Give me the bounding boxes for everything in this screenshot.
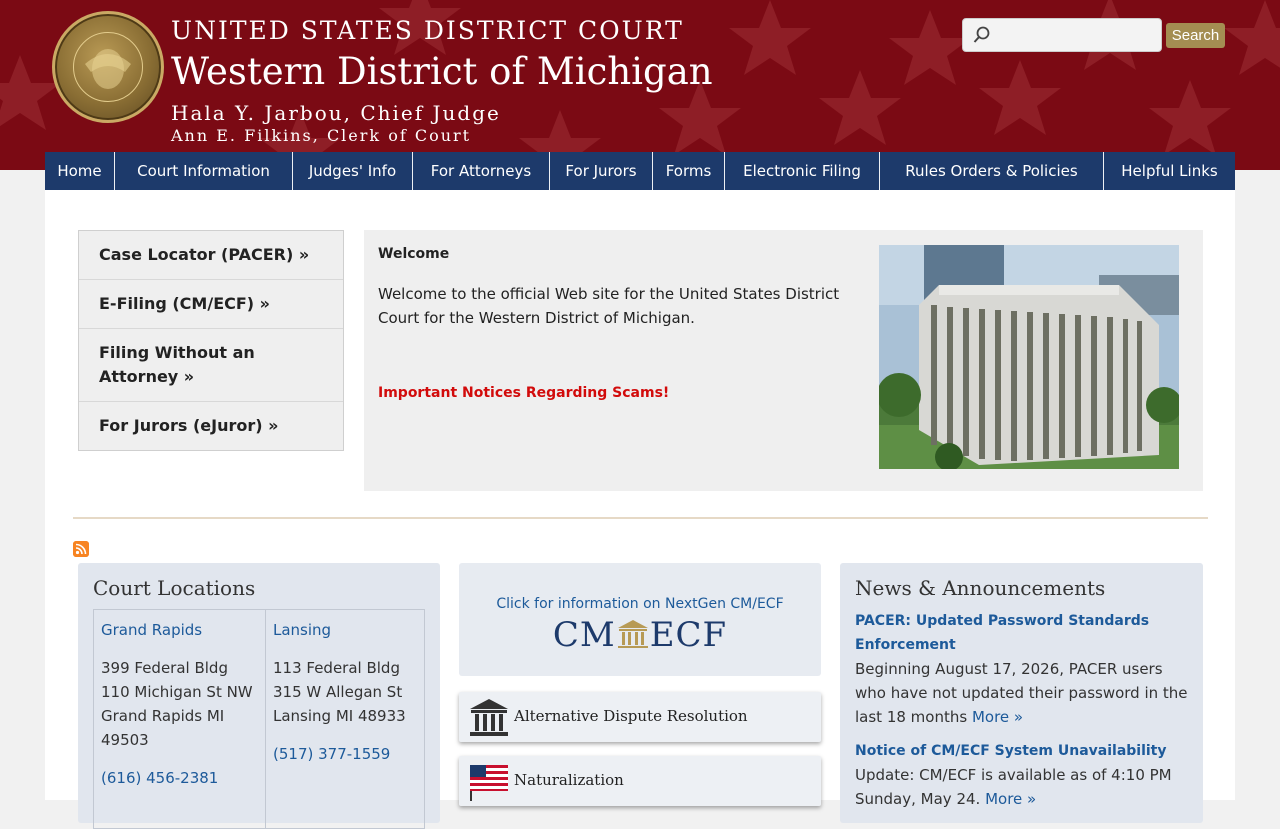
address-line: 113 Federal Bldg xyxy=(273,659,400,677)
welcome-title: Welcome xyxy=(378,246,450,262)
lansing-link[interactable]: Lansing xyxy=(273,618,417,642)
court-locations-title: Court Locations xyxy=(93,576,256,600)
address-line: 399 Federal Bldg xyxy=(101,659,228,677)
news-more-link[interactable]: More » xyxy=(985,790,1036,808)
cmecf-info-link[interactable]: Click for information on NextGen CM/ECF xyxy=(459,596,821,612)
nav-item-court-information[interactable]: Court Information xyxy=(115,152,293,190)
news-item-headline[interactable]: PACER: Updated Password Standards Enforc… xyxy=(855,609,1190,657)
site-header: UNITED STATES DISTRICT COURT Western Dis… xyxy=(0,0,1280,170)
side-item-filing-without-attorney[interactable]: Filing Without an Attorney » xyxy=(79,329,343,402)
news-item: PACER: Updated Password Standards Enforc… xyxy=(855,609,1190,729)
nav-item-for-jurors[interactable]: For Jurors xyxy=(550,152,653,190)
cmecf-logo-left: CM xyxy=(552,615,616,655)
locations-table: Grand Rapids 399 Federal Bldg 110 Michig… xyxy=(93,609,425,829)
cmecf-logo-right: ECF xyxy=(649,615,728,655)
courthouse-pillar-icon xyxy=(617,620,648,648)
nav-item-home[interactable]: Home xyxy=(45,152,115,190)
main-nav: Home Court Information Judges' Info For … xyxy=(45,152,1235,190)
side-item-for-jurors[interactable]: For Jurors (eJuror) » xyxy=(79,402,343,450)
grand-rapids-link[interactable]: Grand Rapids xyxy=(101,618,258,642)
news-item-headline[interactable]: Notice of CM/ECF System Unavailability xyxy=(855,739,1190,763)
address-line: 110 Michigan St NW xyxy=(101,683,253,701)
welcome-panel: Welcome Welcome to the official Web site… xyxy=(364,230,1203,491)
address-line: Grand Rapids MI xyxy=(101,707,225,725)
naturalization-card[interactable]: Naturalization xyxy=(459,756,821,806)
naturalization-label: Naturalization xyxy=(514,771,624,789)
address-line: 315 W Allegan St xyxy=(273,683,403,701)
news-more-link[interactable]: More » xyxy=(972,708,1023,726)
side-item-case-locator[interactable]: Case Locator (PACER) » xyxy=(79,231,343,280)
courthouse-icon xyxy=(470,699,508,736)
cmecf-logo: CM ECF xyxy=(459,615,821,655)
side-item-e-filing[interactable]: E-Filing (CM/ECF) » xyxy=(79,280,343,329)
nav-item-rules-orders-policies[interactable]: Rules Orders & Policies xyxy=(880,152,1104,190)
court-seal-logo[interactable] xyxy=(52,11,164,123)
search-icon xyxy=(973,26,990,43)
courthouse-photo xyxy=(879,245,1179,469)
court-locations-panel: Court Locations Grand Rapids 399 Federal… xyxy=(78,563,440,829)
grand-rapids-phone[interactable]: (616) 456-2381 xyxy=(101,766,258,790)
news-list: PACER: Updated Password Standards Enforc… xyxy=(855,609,1190,821)
adr-card[interactable]: Alternative Dispute Resolution xyxy=(459,692,821,742)
chief-judge-line: Hala Y. Jarbou, Chief Judge xyxy=(171,101,501,125)
rss-feed-icon[interactable] xyxy=(73,541,89,557)
nav-item-electronic-filing[interactable]: Electronic Filing xyxy=(725,152,880,190)
court-title: UNITED STATES DISTRICT COURT xyxy=(171,16,684,45)
address-line: Lansing MI 48933 xyxy=(273,707,406,725)
us-flag-icon xyxy=(470,765,508,801)
search-input[interactable] xyxy=(962,18,1162,52)
news-panel: News & Announcements PACER: Updated Pass… xyxy=(840,563,1203,823)
search-button[interactable]: Search xyxy=(1166,23,1225,48)
lansing-phone[interactable]: (517) 377-1559 xyxy=(273,742,417,766)
main-content: Case Locator (PACER) » E-Filing (CM/ECF)… xyxy=(45,190,1235,829)
news-title: News & Announcements xyxy=(855,576,1106,600)
nav-item-judges-info[interactable]: Judges' Info xyxy=(293,152,413,190)
nav-item-forms[interactable]: Forms xyxy=(653,152,725,190)
lansing-location: Lansing 113 Federal Bldg 315 W Allegan S… xyxy=(266,610,424,828)
scam-notice-link[interactable]: Important Notices Regarding Scams! xyxy=(378,385,669,401)
address-line: 49503 xyxy=(101,731,149,749)
nextgen-cmecf-banner[interactable]: Click for information on NextGen CM/ECF … xyxy=(459,563,821,676)
quick-links-menu: Case Locator (PACER) » E-Filing (CM/ECF)… xyxy=(78,230,344,451)
adr-label: Alternative Dispute Resolution xyxy=(514,707,748,725)
nav-item-helpful-links[interactable]: Helpful Links xyxy=(1104,152,1235,190)
welcome-text: Welcome to the official Web site for the… xyxy=(378,285,840,327)
district-title[interactable]: Western District of Michigan xyxy=(171,50,713,93)
clerk-line: Ann E. Filkins, Clerk of Court xyxy=(171,126,472,145)
section-divider xyxy=(73,517,1208,519)
nav-item-for-attorneys[interactable]: For Attorneys xyxy=(413,152,550,190)
grand-rapids-location: Grand Rapids 399 Federal Bldg 110 Michig… xyxy=(94,610,266,828)
news-item: Notice of CM/ECF System Unavailability U… xyxy=(855,739,1190,811)
